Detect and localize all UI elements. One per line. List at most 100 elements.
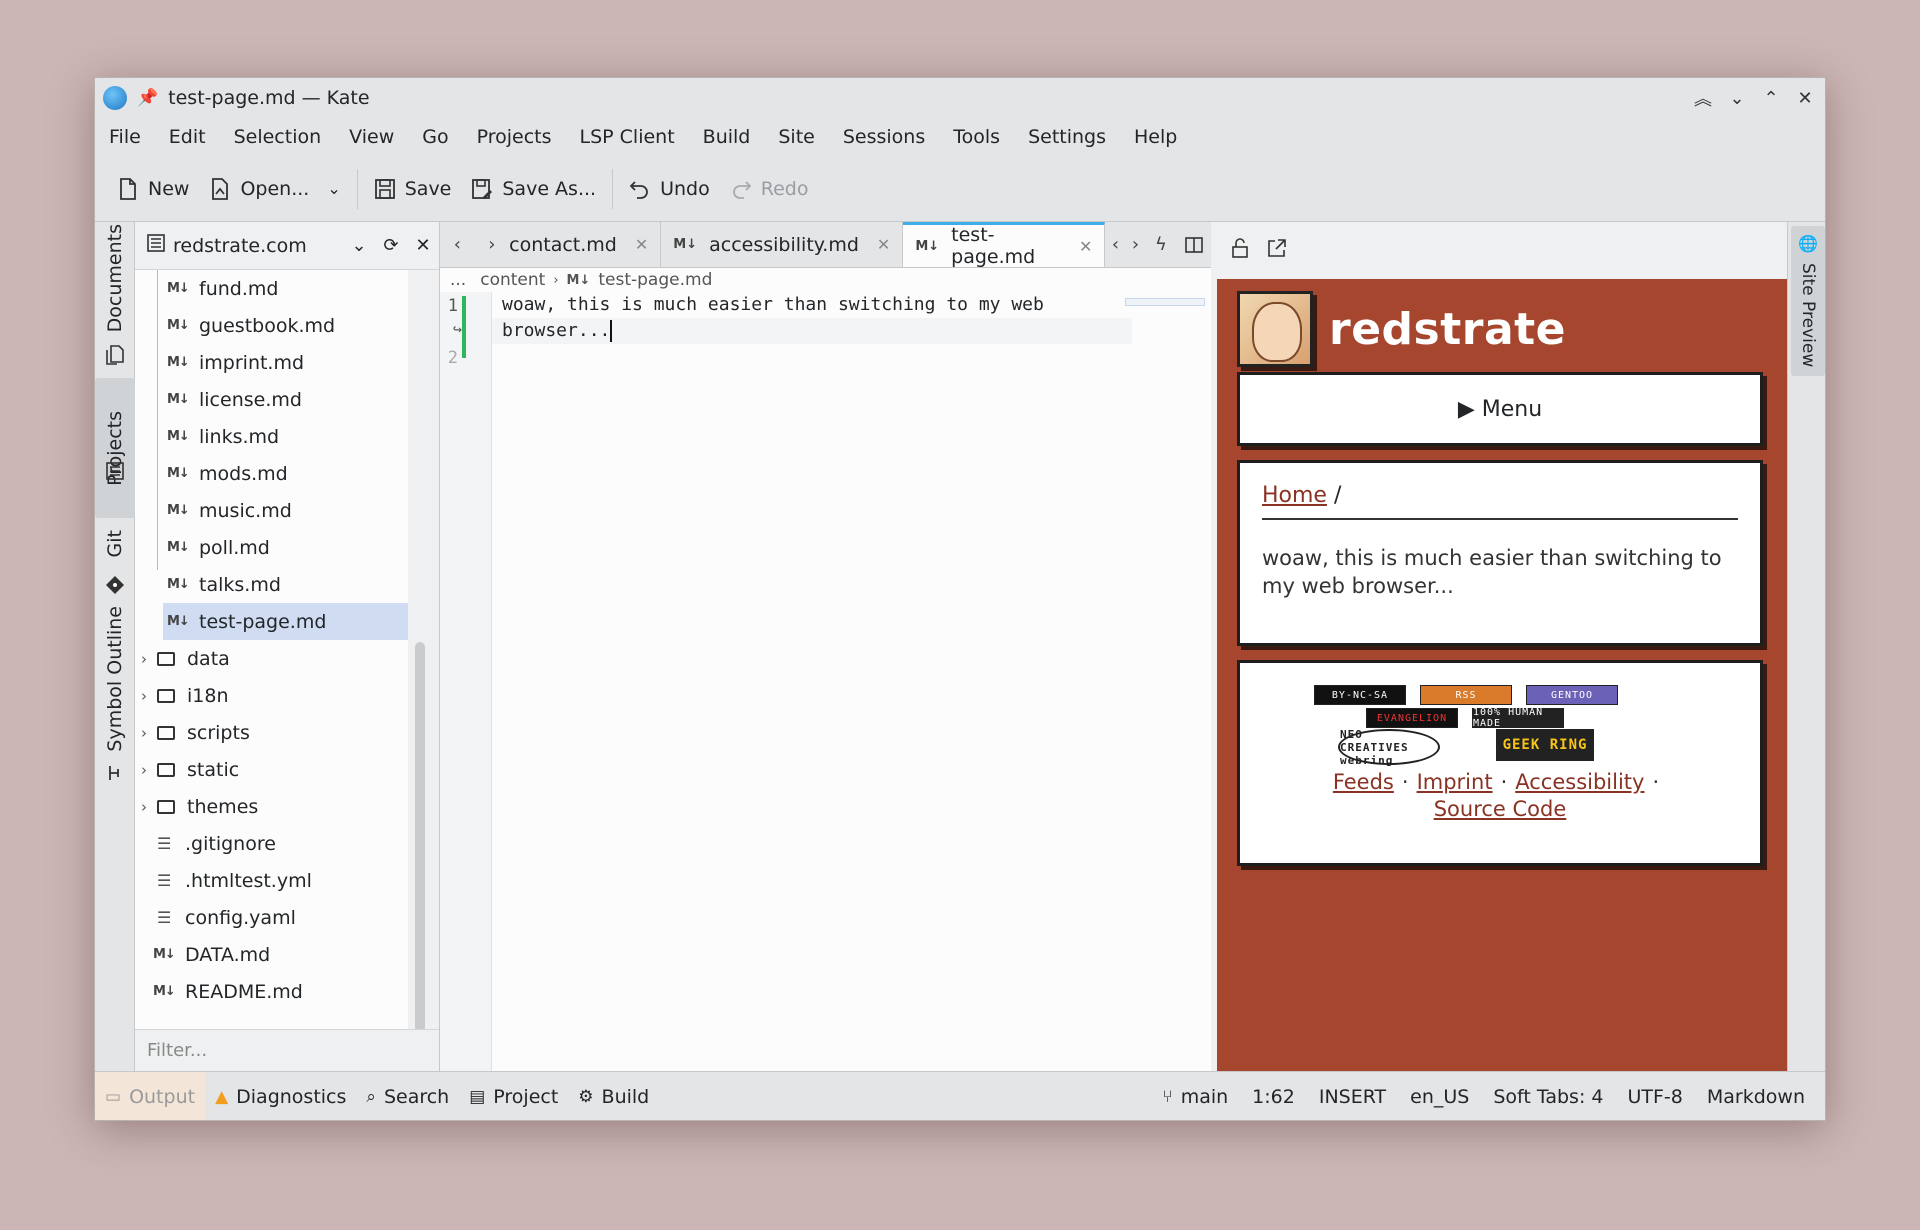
tree-folder[interactable]: › data: [135, 640, 408, 677]
tab-symbol-outline[interactable]: Symbol Outline: [95, 604, 135, 754]
tab-documents[interactable]: Documents: [95, 224, 135, 332]
chevron-down-icon[interactable]: ⌄: [343, 235, 375, 256]
save-as-button[interactable]: Save As...: [461, 169, 606, 209]
geek-ring[interactable]: GEEK RING: [1496, 729, 1594, 761]
menu-lsp-client[interactable]: LSP Client: [566, 126, 689, 148]
chevron-right-icon[interactable]: ›: [137, 798, 151, 816]
search-button[interactable]: ⌕ Search: [356, 1086, 459, 1108]
dictionary[interactable]: en_US: [1398, 1086, 1481, 1108]
keep-above-icon[interactable]: ︽: [1689, 84, 1717, 112]
badge-rss[interactable]: RSS: [1420, 685, 1512, 705]
close-tab-icon[interactable]: ✕: [1079, 237, 1092, 256]
maximize-icon[interactable]: ⌃: [1757, 84, 1785, 112]
menu-edit[interactable]: Edit: [155, 126, 220, 148]
chevron-right-icon[interactable]: ›: [137, 724, 151, 742]
tab-test-page[interactable]: M↓ test-page.md ✕: [903, 222, 1106, 268]
split-view-icon[interactable]: [1176, 222, 1211, 267]
imprint-link[interactable]: Imprint: [1417, 770, 1493, 794]
encoding[interactable]: UTF-8: [1615, 1086, 1694, 1108]
tree-file[interactable]: M↓ mods.md: [135, 455, 408, 492]
tab-contact[interactable]: contact.md ✕: [509, 222, 662, 267]
project-selector[interactable]: redstrate.com: [173, 235, 343, 257]
badge-evangelion[interactable]: EVANGELION: [1366, 708, 1458, 728]
branch-indicator[interactable]: ⑂ main: [1150, 1086, 1240, 1108]
tree-file[interactable]: ☰ .gitignore: [135, 825, 408, 862]
code-editor[interactable]: woaw, this is much easier than switching…: [502, 292, 1142, 344]
close-tab-icon[interactable]: ✕: [877, 235, 890, 254]
tab-accessibility[interactable]: M↓ accessibility.md ✕: [661, 222, 904, 267]
tab-scroll-right-icon[interactable]: ›: [475, 222, 510, 267]
tab-site-preview[interactable]: 🌐 Site Preview: [1791, 226, 1825, 376]
menu-sessions[interactable]: Sessions: [829, 126, 939, 148]
accessibility-link[interactable]: Accessibility: [1515, 770, 1644, 794]
feeds-link[interactable]: Feeds: [1333, 770, 1394, 794]
tree-folder[interactable]: › i18n: [135, 677, 408, 714]
tab-git[interactable]: Git: [95, 522, 135, 566]
cursor-position[interactable]: 1:62: [1240, 1086, 1307, 1108]
open-external-icon[interactable]: [1267, 238, 1287, 263]
close-icon[interactable]: ✕: [1791, 84, 1819, 112]
diagnostics-button[interactable]: ▲ Diagnostics: [205, 1086, 356, 1108]
menu-tools[interactable]: Tools: [939, 126, 1014, 148]
pin-icon[interactable]: 📌: [137, 88, 158, 108]
minimap[interactable]: [1125, 298, 1205, 306]
menu-file[interactable]: File: [95, 126, 155, 148]
project-tree-scrollbar[interactable]: [415, 642, 425, 1032]
save-button[interactable]: Save: [364, 169, 462, 209]
build-button[interactable]: ⚙ Build: [568, 1086, 659, 1108]
tab-scroll-left-icon[interactable]: ‹: [440, 222, 475, 267]
breadcrumb-ellipsis[interactable]: ...: [450, 270, 466, 290]
tree-file[interactable]: M↓ talks.md: [135, 566, 408, 603]
site-title[interactable]: redstrate: [1329, 304, 1566, 355]
tree-folder[interactable]: › static: [135, 751, 408, 788]
indentation[interactable]: Soft Tabs: 4: [1481, 1086, 1615, 1108]
project-button[interactable]: ▤ Project: [459, 1086, 568, 1108]
input-mode[interactable]: INSERT: [1307, 1086, 1398, 1108]
source-code-link[interactable]: Source Code: [1434, 797, 1567, 821]
tree-file[interactable]: M↓ README.md: [135, 973, 408, 1010]
close-tab-icon[interactable]: ✕: [635, 235, 648, 254]
menu-projects[interactable]: Projects: [463, 126, 566, 148]
redo-button[interactable]: Redo: [720, 169, 819, 209]
undo-button[interactable]: Undo: [619, 169, 720, 209]
tree-file[interactable]: ☰ .htmltest.yml: [135, 862, 408, 899]
close-project-icon[interactable]: ✕: [407, 235, 439, 256]
menu-help[interactable]: Help: [1120, 126, 1191, 148]
tab-prev-icon[interactable]: ‹: [1105, 222, 1125, 267]
tab-projects[interactable]: Projects: [95, 378, 135, 518]
tree-file[interactable]: M↓ guestbook.md: [135, 307, 408, 344]
menu-selection[interactable]: Selection: [220, 126, 336, 148]
badge-cc-license[interactable]: BY-NC-SA: [1314, 685, 1406, 705]
tree-file[interactable]: M↓ fund.md: [135, 270, 408, 307]
tree-folder[interactable]: › scripts: [135, 714, 408, 751]
badge-gentoo[interactable]: GENTOO: [1526, 685, 1618, 705]
chevron-right-icon[interactable]: ›: [137, 687, 151, 705]
home-link[interactable]: Home: [1262, 483, 1327, 508]
chevron-down-icon[interactable]: ⌄: [327, 179, 340, 198]
open-button[interactable]: Open... ⌄: [199, 169, 350, 209]
tree-folder[interactable]: › themes: [135, 788, 408, 825]
tree-file[interactable]: M↓ imprint.md: [135, 344, 408, 381]
reload-icon[interactable]: ⟳: [375, 235, 407, 256]
breadcrumb-file[interactable]: test-page.md: [598, 270, 712, 290]
breadcrumb-folder[interactable]: content: [480, 270, 545, 290]
chevron-right-icon[interactable]: ›: [137, 761, 151, 779]
neo-creatives-webring[interactable]: NEO CREATIVES webring: [1338, 728, 1440, 767]
menu-go[interactable]: Go: [408, 126, 462, 148]
output-button[interactable]: ▭ Output: [95, 1072, 206, 1120]
tree-file[interactable]: M↓ poll.md: [135, 529, 408, 566]
tree-file[interactable]: M↓ links.md: [135, 418, 408, 455]
quick-open-icon[interactable]: ϟ: [1145, 222, 1176, 267]
menu-settings[interactable]: Settings: [1014, 126, 1120, 148]
tree-file[interactable]: M↓ license.md: [135, 381, 408, 418]
documents-icon[interactable]: [104, 344, 126, 366]
lock-icon[interactable]: [1231, 238, 1249, 263]
syntax-mode[interactable]: Markdown: [1695, 1086, 1817, 1108]
tree-file[interactable]: ☰ config.yaml: [135, 899, 408, 936]
menu-view[interactable]: View: [335, 126, 408, 148]
menu-build[interactable]: Build: [689, 126, 765, 148]
tree-file-selected[interactable]: M↓ test-page.md: [163, 603, 408, 640]
chevron-right-icon[interactable]: ›: [137, 650, 151, 668]
new-button[interactable]: New: [107, 169, 199, 209]
site-menu-button[interactable]: ▶ Menu: [1237, 372, 1763, 446]
